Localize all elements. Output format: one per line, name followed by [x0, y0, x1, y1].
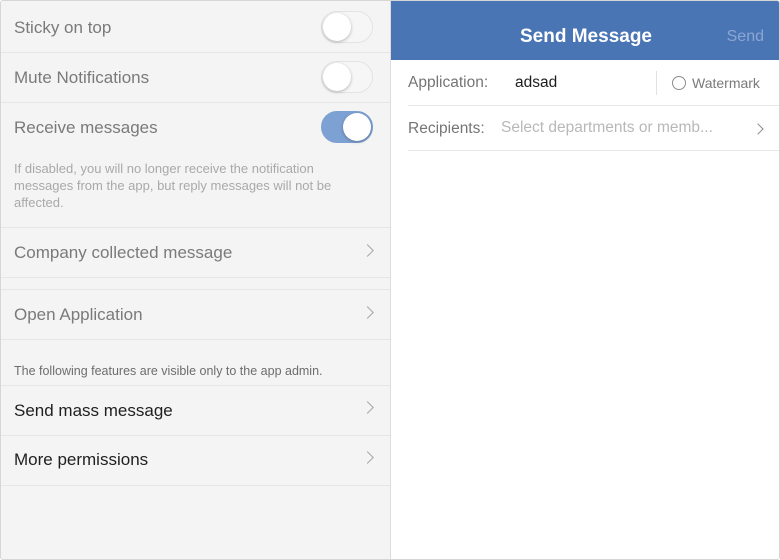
app-window: Sticky on top Mute Notifications Receive…: [0, 0, 780, 560]
sticky-on-top-toggle[interactable]: [321, 11, 373, 43]
more-permissions-row[interactable]: More permissions: [1, 436, 390, 485]
receive-messages-label: Receive messages: [14, 118, 158, 137]
receive-messages-toggle[interactable]: [321, 111, 373, 143]
toggle-knob: [343, 113, 371, 141]
divider: [1, 485, 390, 486]
watermark-radio-icon[interactable]: [672, 76, 686, 90]
sticky-on-top-label: Sticky on top: [14, 18, 112, 37]
divider: [1, 277, 390, 278]
company-collected-message-label: Company collected message: [14, 243, 233, 262]
toggle-knob: [323, 13, 351, 41]
page-title: Send Message: [520, 26, 652, 47]
chevron-right-icon: [361, 401, 374, 414]
mute-notifications-row: Mute Notifications: [1, 53, 390, 102]
mute-notifications-label: Mute Notifications: [14, 68, 150, 87]
send-mass-message-row[interactable]: Send mass message: [1, 386, 390, 435]
receive-messages-row: Receive messages: [1, 103, 390, 152]
chevron-right-icon: [361, 451, 374, 464]
receive-messages-note: If disabled, you will no longer receive …: [14, 161, 332, 210]
chevron-right-icon: [361, 244, 374, 257]
send-message-pane: Send Message Send Application: adsad Wat…: [391, 1, 779, 559]
vertical-separator: [656, 71, 657, 95]
watermark-label[interactable]: Watermark: [692, 75, 760, 91]
application-label: Application:: [408, 74, 489, 91]
chevron-right-icon[interactable]: [752, 123, 764, 135]
application-value: adsad: [515, 74, 558, 91]
toggle-knob: [323, 63, 351, 91]
open-application-label: Open Application: [14, 305, 143, 324]
divider: [408, 150, 779, 151]
admin-only-note: The following features are visible only …: [14, 364, 323, 378]
sticky-on-top-row: Sticky on top: [1, 1, 390, 52]
recipients-label: Recipients:: [408, 120, 485, 137]
divider: [408, 105, 779, 106]
send-mass-message-label: Send mass message: [14, 401, 173, 420]
mute-notifications-toggle[interactable]: [321, 61, 373, 93]
recipients-input[interactable]: [501, 119, 741, 137]
settings-pane: Sticky on top Mute Notifications Receive…: [1, 1, 391, 559]
send-message-header: Send Message Send: [391, 1, 779, 60]
more-permissions-label: More permissions: [14, 450, 149, 469]
open-application-row[interactable]: Open Application: [1, 290, 390, 339]
company-collected-message-row[interactable]: Company collected message: [1, 228, 390, 277]
divider: [1, 339, 390, 340]
send-button[interactable]: Send: [727, 28, 764, 46]
chevron-right-icon: [361, 306, 374, 319]
